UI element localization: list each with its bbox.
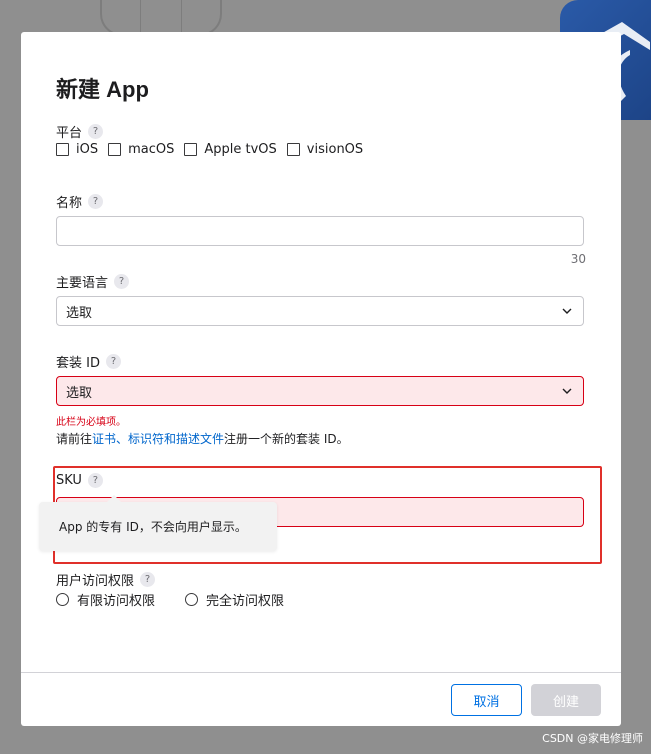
checkbox[interactable] (108, 143, 122, 156)
platform-label: 平台 ? (56, 122, 104, 141)
sku-label-text: SKU (56, 473, 82, 488)
new-app-dialog: 新建 App 平台 ? iOS macOS Apple tvOS visionO… (21, 32, 621, 726)
certificates-link[interactable]: 证书、标识符和描述文件 (92, 432, 224, 446)
name-char-counter: 30 (570, 252, 586, 266)
bundle-id-label-text: 套装 ID (56, 356, 100, 371)
user-access-label-text: 用户访问权限 (56, 574, 135, 589)
help-icon[interactable]: ? (140, 572, 156, 587)
checkbox-label: iOS (76, 142, 99, 157)
checkbox-label: Apple tvOS (204, 142, 277, 157)
primary-language-value: 选取 (66, 305, 93, 321)
bundle-id-select[interactable]: 选取 (56, 376, 584, 406)
primary-language-select[interactable]: 选取 (56, 296, 584, 326)
chevron-down-icon (562, 308, 572, 314)
platform-options: iOS macOS Apple tvOS visionOS (56, 142, 363, 157)
footer-divider (21, 672, 621, 673)
hint-suffix: 注册一个新的套装 ID。 (224, 432, 349, 446)
platform-label-text: 平台 (56, 126, 83, 141)
name-label-text: 名称 (56, 196, 83, 211)
primary-language-label: 主要语言 ? (56, 272, 130, 291)
radio-button[interactable] (56, 593, 69, 606)
bundle-id-value: 选取 (66, 385, 93, 401)
primary-language-label-text: 主要语言 (56, 276, 109, 291)
help-icon[interactable]: ? (88, 194, 104, 209)
help-icon[interactable]: ? (105, 354, 121, 369)
create-button[interactable]: 创建 (531, 684, 601, 716)
platform-checkbox-ios[interactable]: iOS (56, 142, 98, 157)
radio-label: 完全访问权限 (206, 594, 285, 609)
bundle-id-label: 套装 ID ? (56, 352, 121, 371)
user-access-label: 用户访问权限 ? (56, 570, 156, 589)
radio-limited-access[interactable]: 有限访问权限 (56, 590, 155, 609)
name-input[interactable] (56, 216, 584, 246)
platform-checkbox-tvos[interactable]: Apple tvOS (184, 142, 277, 157)
background-artwork (100, 0, 222, 36)
watermark: CSDN @家电修理师 (542, 732, 643, 745)
checkbox[interactable] (184, 143, 198, 156)
radio-label: 有限访问权限 (77, 594, 156, 609)
dialog-title: 新建 App (56, 77, 149, 102)
bundle-id-error-message: 此栏为必填项。 (56, 417, 126, 428)
help-icon[interactable]: ? (87, 473, 103, 488)
checkbox[interactable] (286, 143, 300, 156)
platform-checkbox-macos[interactable]: macOS (108, 142, 174, 157)
radio-button[interactable] (185, 593, 199, 606)
radio-full-access[interactable]: 完全访问权限 (185, 590, 284, 609)
sku-help-tooltip: App 的专有 ID，不会向用户显示。 (39, 495, 277, 551)
checkbox-label: visionOS (306, 142, 364, 157)
sku-label: SKU ? (56, 473, 103, 488)
bundle-id-hint: 请前往证书、标识符和描述文件注册一个新的套装 ID。 (56, 430, 349, 447)
checkbox[interactable] (56, 143, 69, 156)
help-icon[interactable]: ? (88, 124, 104, 139)
name-label: 名称 ? (56, 192, 104, 211)
user-access-options: 有限访问权限 完全访问权限 (56, 590, 284, 609)
platform-checkbox-visionos[interactable]: visionOS (286, 142, 364, 157)
hint-prefix: 请前往 (56, 432, 93, 446)
help-icon[interactable]: ? (114, 274, 130, 289)
checkbox-label: macOS (128, 142, 175, 157)
cancel-button[interactable]: 取消 (451, 684, 522, 716)
chevron-down-icon (562, 388, 572, 394)
